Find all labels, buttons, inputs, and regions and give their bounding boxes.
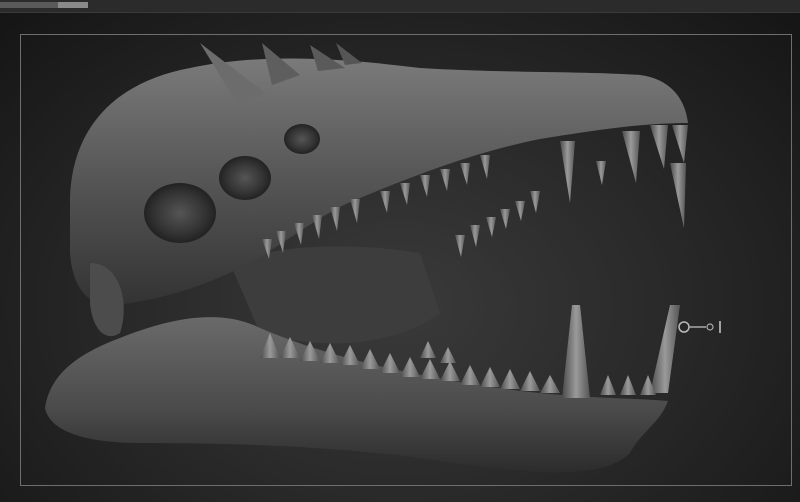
viewport-frame (20, 34, 792, 486)
transpose-gizmo-icon[interactable] (672, 317, 728, 337)
progress-fill (0, 2, 59, 8)
progress-bar (0, 2, 88, 8)
top-toolbar (0, 0, 800, 13)
progress-knob (58, 2, 88, 8)
document-canvas[interactable] (0, 13, 800, 502)
